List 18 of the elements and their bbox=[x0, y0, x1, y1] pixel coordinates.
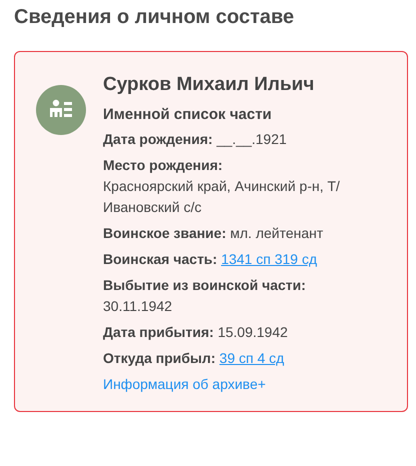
field-value: __.__.1921 bbox=[216, 130, 287, 149]
person-list-icon bbox=[36, 85, 86, 135]
field-label: Откуда прибыл: bbox=[103, 350, 216, 366]
person-name: Сурков Михаил Ильич bbox=[103, 74, 316, 96]
field-label: Дата прибытия: bbox=[103, 324, 214, 340]
field-label: Дата рождения: bbox=[103, 131, 213, 147]
field-label: Воинское звание: bbox=[103, 225, 226, 241]
unit-link[interactable]: 1341 сп 319 сд bbox=[221, 251, 317, 267]
field-label: Выбытие из воинской части: bbox=[103, 277, 306, 293]
archive-info-link[interactable]: Информация об архиве+ bbox=[103, 376, 266, 392]
field-value: 15.09.1942 bbox=[218, 323, 288, 342]
field-label: Воинская часть: bbox=[103, 251, 218, 267]
field-label: Место рождения: bbox=[103, 157, 223, 173]
section-title: Сведения о личном составе bbox=[14, 6, 296, 29]
field-value: 30.11.1942 bbox=[103, 297, 172, 316]
field-value: мл. лейтенант bbox=[230, 224, 324, 243]
unit-link[interactable]: 39 сп 4 сд bbox=[219, 350, 284, 366]
record-source: Именной список части bbox=[103, 106, 273, 123]
